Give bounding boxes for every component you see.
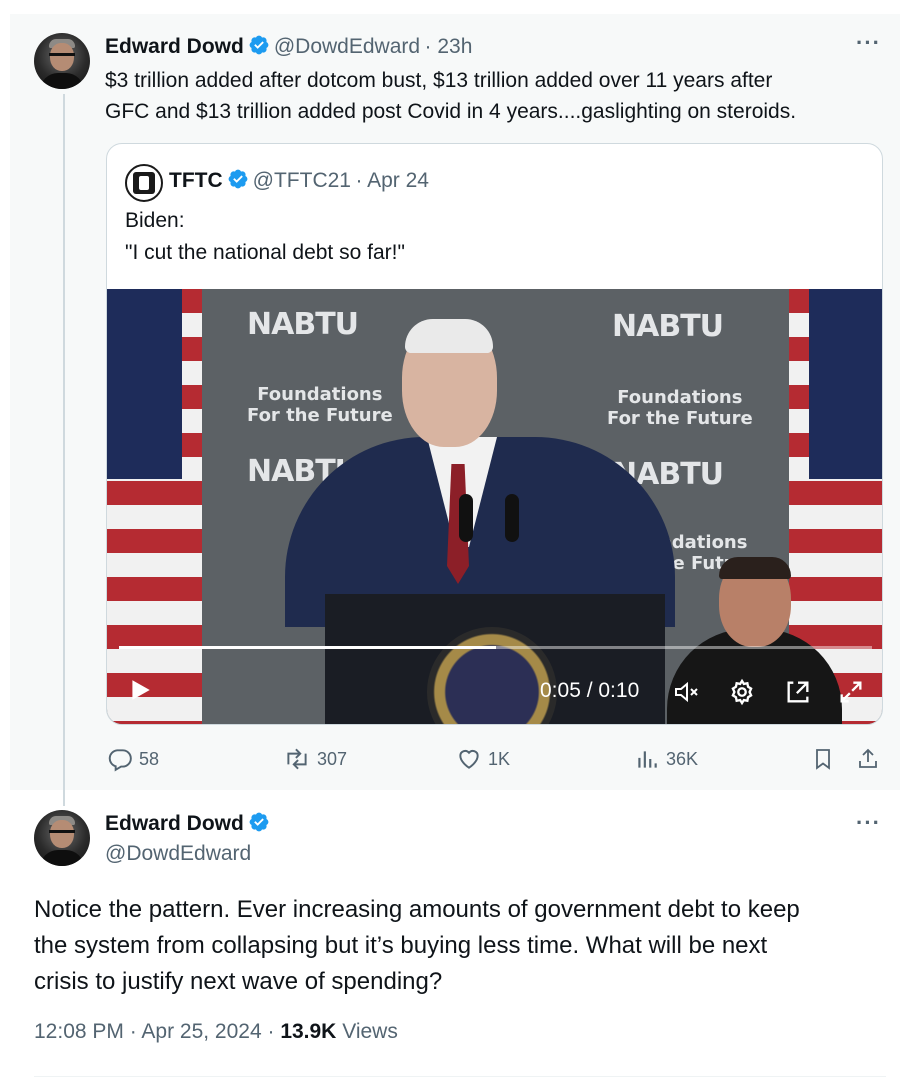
backdrop-caption-line: Foundations [617,387,743,408]
reply-tweet-header: Edward Dowd [105,811,274,838]
top-tweet-text: $3 trillion added after dotcom bust, $13… [105,65,796,127]
backdrop-caption-line: Foundations [257,384,383,405]
tweet-text-line: the system from collapsing but it’s buyi… [34,932,768,959]
heart-icon [459,749,479,769]
quote-author-handle[interactable]: @TFTC21 [253,169,351,192]
top-tweet-header: Edward Dowd @DowdEdward · 23h [105,34,472,61]
repost-count: 307 [317,748,348,769]
quote-date[interactable]: · Apr 24 [355,169,429,192]
tweet-text-line: Notice the pattern. Ever increasing amou… [34,896,800,923]
more-options-icon[interactable]: ··· [856,30,881,56]
video-progress-fill [119,646,496,649]
reply-count: 58 [139,748,160,769]
tweet-text-line: crisis to justify next wave of spending? [34,968,443,995]
video-time: 0:05 / 0:10 [540,679,640,702]
author-handle[interactable]: @DowdEdward [274,35,420,58]
video-player[interactable]: NABTU NABTU NABTU NABTU Foundations For t… [107,289,882,724]
tweet-time[interactable]: · 23h [425,35,473,58]
author-handle[interactable]: @DowdEdward [105,842,251,866]
tweet-timestamp: 12:08 PM · Apr 25, 2024 · 13.9K Views [34,1020,398,1044]
views-button[interactable]: 36K [634,744,698,774]
author-avatar[interactable] [34,33,90,89]
view-count: 36K [666,748,699,769]
microphone [459,494,473,542]
quote-text: Biden: "I cut the national debt so far!" [125,205,405,269]
tweet-text-line: GFC and $13 trillion added post Covid in… [105,100,797,123]
author-name[interactable]: Edward Dowd [105,812,244,835]
backdrop-logo: NABTU [247,307,359,342]
quote-text-line: Biden: [125,209,185,232]
backdrop-logo: NABTU [612,309,724,344]
author-avatar[interactable] [34,810,90,866]
quote-header: TFTC @TFTC21 · Apr 24 [169,168,429,195]
repost-icon [287,748,307,770]
quote-author-avatar[interactable] [125,164,163,202]
bookmark-button[interactable] [811,744,841,774]
quoted-tweet[interactable]: TFTC @TFTC21 · Apr 24 Biden: "I cut the n… [106,143,883,725]
settings-gear-icon[interactable] [728,678,756,711]
verified-badge-icon [248,34,270,61]
views-label: Views [336,1020,398,1043]
thread-connector-line [63,94,65,806]
flag-left [107,289,202,724]
like-button[interactable]: 1K [456,744,510,774]
play-icon[interactable] [127,677,153,708]
backdrop-caption-line: For the Future [247,405,393,426]
tweet-text-line: $3 trillion added after dotcom bust, $13… [105,69,773,92]
backdrop-caption-line: For the Future [607,408,753,429]
share-button[interactable] [856,744,886,774]
repost-button[interactable]: 307 [283,744,347,774]
reply-tweet-text: Notice the pattern. Ever increasing amou… [34,892,800,1000]
views-count: 13.9K [280,1020,337,1043]
fullscreen-icon[interactable] [837,678,865,711]
background-person-hair [719,557,791,579]
verified-badge-icon [227,168,249,195]
backdrop-caption: Foundations For the Future [247,384,393,426]
like-count: 1K [488,748,511,769]
reply-icon [108,749,132,772]
timestamp-text[interactable]: 12:08 PM · Apr 25, 2024 · [34,1020,280,1043]
backdrop-caption: Foundations For the Future [607,387,753,429]
share-icon [859,748,877,768]
more-options-icon[interactable]: ··· [856,810,881,836]
video-progress-bar[interactable] [119,646,872,649]
divider [34,1076,886,1077]
verified-badge-icon [248,811,270,838]
analytics-icon [638,751,657,768]
reply-button[interactable]: 58 [107,744,159,774]
author-name[interactable]: Edward Dowd [105,35,244,58]
speaker-hair [405,319,493,353]
quote-text-line: "I cut the national debt so far!" [125,241,405,264]
mute-icon[interactable] [673,679,701,710]
microphone [505,494,519,542]
pop-out-icon[interactable] [784,678,812,711]
quote-author-name[interactable]: TFTC [169,169,223,192]
bookmark-icon [816,749,830,770]
